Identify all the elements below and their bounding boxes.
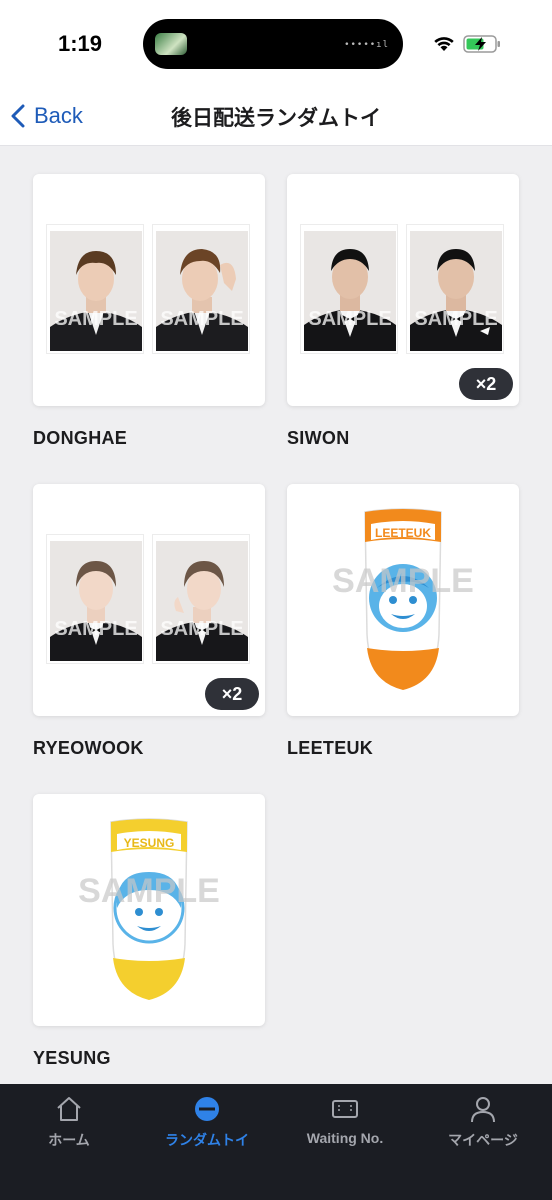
photo-watermark: SAMPLE xyxy=(160,618,243,640)
photo-pair: SAMPLE SAMPLE xyxy=(300,224,506,354)
wifi-icon xyxy=(434,37,454,51)
item-image: SAMPLE SAMPLE xyxy=(33,484,265,716)
tab-home[interactable]: ホーム xyxy=(0,1094,138,1154)
photo-watermark: SAMPLE xyxy=(54,308,137,330)
photo-card-image: SAMPLE xyxy=(300,224,398,354)
home-icon xyxy=(57,1097,81,1121)
photo-card-image: SAMPLE xyxy=(152,534,250,664)
photo-watermark: SAMPLE xyxy=(160,308,243,330)
tab-waiting-number[interactable]: Waiting No. xyxy=(276,1094,414,1154)
item-name: SIWON xyxy=(287,428,350,448)
item-image: SAMPLE SAMPLE xyxy=(287,174,519,406)
sock-watermark: SAMPLE xyxy=(78,872,220,910)
item-name: YESUNG xyxy=(33,1048,111,1068)
tab-label: ランダムトイ xyxy=(165,1132,249,1148)
tab-bar: ホーム ランダムトイ Waiting No. マイページ xyxy=(0,1084,552,1200)
photo-pair: SAMPLE SAMPLE xyxy=(46,224,252,354)
item-name: RYEOWOOK xyxy=(33,738,144,758)
live-activity-thumbnail xyxy=(155,33,187,55)
item-card-ryeowook[interactable]: SAMPLE SAMPLE ×2 RYEOWOOK xyxy=(33,484,265,758)
item-image: YESUNG SAMPLE xyxy=(33,794,265,1026)
tab-my-page[interactable]: マイページ xyxy=(414,1094,552,1154)
photo-card-image: SAMPLE xyxy=(406,224,504,354)
minus-circle-icon xyxy=(195,1097,219,1121)
tab-label: マイページ xyxy=(448,1132,518,1148)
quantity-badge: ×2 xyxy=(459,368,513,400)
person-icon xyxy=(471,1097,495,1123)
page-title: 後日配送ランダムトイ xyxy=(171,107,381,130)
tab-label: Waiting No. xyxy=(306,1130,384,1146)
signal-indicator: •••••ıl xyxy=(344,40,389,50)
item-card-siwon[interactable]: SAMPLE SAMPLE ×2 SIWON xyxy=(287,174,519,448)
sock-image: YESUNG SAMPLE xyxy=(78,818,220,1000)
sock-watermark: SAMPLE xyxy=(332,562,474,600)
item-card-leeteuk[interactable]: LEETEUK SAMPLE LEETEUK xyxy=(287,484,519,758)
photo-card-image: SAMPLE xyxy=(46,534,144,664)
photo-watermark: SAMPLE xyxy=(308,308,391,330)
item-image: SAMPLE SAMPLE xyxy=(33,174,265,406)
status-time: 1:19 xyxy=(58,31,103,56)
photo-watermark: SAMPLE xyxy=(54,618,137,640)
sock-image: LEETEUK SAMPLE xyxy=(332,508,474,690)
item-image: LEETEUK SAMPLE xyxy=(287,484,519,716)
ticket-icon xyxy=(332,1100,358,1118)
dynamic-island: •••••ıl xyxy=(143,19,403,69)
item-name: DONGHAE xyxy=(33,428,128,448)
photo-watermark: SAMPLE xyxy=(414,308,497,330)
sock-text: YESUNG xyxy=(124,836,175,850)
sock-text: LEETEUK xyxy=(375,526,431,540)
item-name: LEETEUK xyxy=(287,738,374,758)
photo-card-image: SAMPLE xyxy=(46,224,144,354)
tab-random-toy[interactable]: ランダムトイ xyxy=(138,1094,276,1154)
tab-label: ホーム xyxy=(48,1132,90,1148)
item-card-donghae[interactable]: SAMPLE SAMPLE DONGHAE xyxy=(33,174,265,448)
photo-pair: SAMPLE SAMPLE xyxy=(46,534,252,664)
status-bar: 1:19 •••••ıl xyxy=(0,0,552,84)
navigation-bar: Back 後日配送ランダムトイ xyxy=(0,84,552,146)
photo-card-image: SAMPLE xyxy=(152,224,250,354)
item-card-yesung[interactable]: YESUNG SAMPLE YESUNG xyxy=(33,794,265,1068)
battery-charging-icon xyxy=(463,35,500,53)
quantity-badge: ×2 xyxy=(205,678,259,710)
